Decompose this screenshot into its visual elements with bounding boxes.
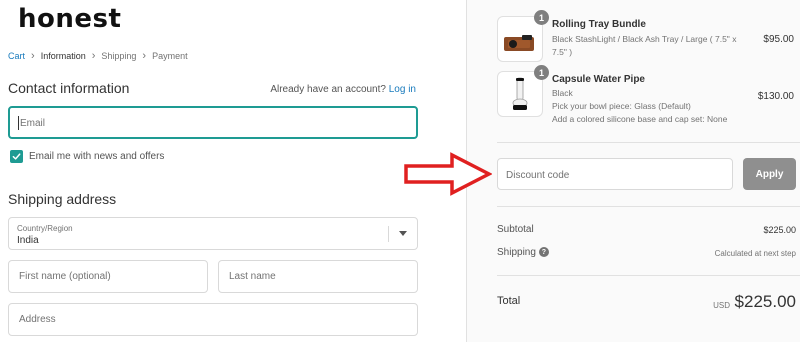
account-prompt-text: Already have an account? bbox=[270, 84, 386, 95]
apply-button[interactable]: Apply bbox=[743, 158, 796, 190]
quantity-badge: 1 bbox=[534, 10, 549, 25]
breadcrumb-cart[interactable]: Cart bbox=[8, 51, 25, 61]
product-thumbnail: 1 bbox=[497, 65, 549, 117]
divider bbox=[497, 206, 800, 207]
help-icon[interactable]: ? bbox=[538, 247, 549, 258]
water-pipe-image bbox=[512, 77, 528, 110]
item-variant: Black StashLight / Black Ash Tray / Larg… bbox=[552, 33, 736, 59]
item-name: Capsule Water Pipe bbox=[552, 74, 645, 85]
item-price: $130.00 bbox=[757, 91, 794, 102]
checkout-form-column: honest Cart › Information › Shipping › P… bbox=[0, 0, 466, 342]
quantity-badge: 1 bbox=[534, 65, 549, 80]
total-label: Total bbox=[497, 295, 521, 307]
breadcrumb-information: Information bbox=[40, 51, 86, 61]
address-field[interactable]: Address bbox=[8, 303, 418, 336]
chevron-right-icon: › bbox=[31, 50, 35, 62]
item-variant-line: Black bbox=[552, 88, 573, 98]
text-cursor bbox=[18, 116, 19, 130]
newsletter-label[interactable]: Email me with news and offers bbox=[29, 151, 164, 162]
first-name-field[interactable]: First name (optional) bbox=[8, 260, 208, 293]
item-variant-line: Black StashLight / Black Ash Tray / Larg… bbox=[552, 34, 737, 44]
last-name-field[interactable]: Last name bbox=[218, 260, 418, 293]
item-option-line: Add a colored silicone base and cap set:… bbox=[552, 114, 728, 124]
item-option-line: Pick your bowl piece: Glass (Default) bbox=[552, 101, 691, 111]
newsletter-checkbox[interactable] bbox=[10, 150, 23, 163]
item-price: $95.00 bbox=[763, 34, 794, 45]
shipping-row: Shipping? bbox=[497, 247, 549, 258]
item-variant-line: 7.5" ) bbox=[552, 47, 573, 57]
product-thumbnail: 1 bbox=[497, 10, 549, 62]
discount-placeholder: Discount code bbox=[506, 170, 570, 181]
currency-code: USD bbox=[713, 301, 730, 310]
country-label: Country/Region bbox=[17, 224, 73, 233]
contact-section-title: Contact information bbox=[8, 80, 130, 96]
breadcrumb: Cart › Information › Shipping › Payment bbox=[8, 50, 188, 62]
checkmark-icon bbox=[12, 153, 21, 160]
country-select[interactable]: Country/Region India bbox=[8, 217, 418, 250]
discount-code-field[interactable]: Discount code bbox=[497, 158, 733, 190]
first-name-placeholder: First name (optional) bbox=[19, 271, 111, 282]
account-prompt: Already have an account? Log in bbox=[270, 84, 416, 95]
login-link[interactable]: Log in bbox=[389, 84, 416, 95]
shipping-label: Shipping bbox=[497, 247, 536, 258]
shipping-section-title: Shipping address bbox=[8, 191, 117, 207]
subtotal-value: $225.00 bbox=[763, 225, 796, 235]
email-placeholder: Email bbox=[20, 118, 46, 129]
brand-logo[interactable]: honest bbox=[18, 4, 121, 34]
chevron-right-icon: › bbox=[142, 50, 147, 62]
order-summary-column: 1 Rolling Tray Bundle Black StashLight /… bbox=[467, 0, 800, 342]
chevron-right-icon: › bbox=[91, 50, 96, 62]
breadcrumb-payment: Payment bbox=[152, 51, 188, 61]
item-name: Rolling Tray Bundle bbox=[552, 19, 646, 30]
breadcrumb-shipping: Shipping bbox=[101, 51, 137, 61]
email-field[interactable]: Email bbox=[8, 106, 418, 139]
subtotal-label: Subtotal bbox=[497, 224, 534, 235]
item-variant: Black Pick your bowl piece: Glass (Defau… bbox=[552, 87, 727, 126]
select-divider bbox=[388, 226, 389, 242]
address-placeholder: Address bbox=[19, 314, 56, 325]
divider bbox=[497, 142, 800, 143]
shipping-value: Calculated at next step bbox=[714, 249, 796, 258]
annotation-arrow-icon bbox=[404, 152, 492, 196]
divider bbox=[497, 275, 800, 276]
last-name-placeholder: Last name bbox=[229, 271, 276, 282]
chevron-down-icon bbox=[399, 231, 407, 236]
country-value: India bbox=[17, 235, 39, 246]
rolling-tray-image bbox=[504, 35, 534, 51]
total-value: $225.00 bbox=[734, 292, 796, 311]
